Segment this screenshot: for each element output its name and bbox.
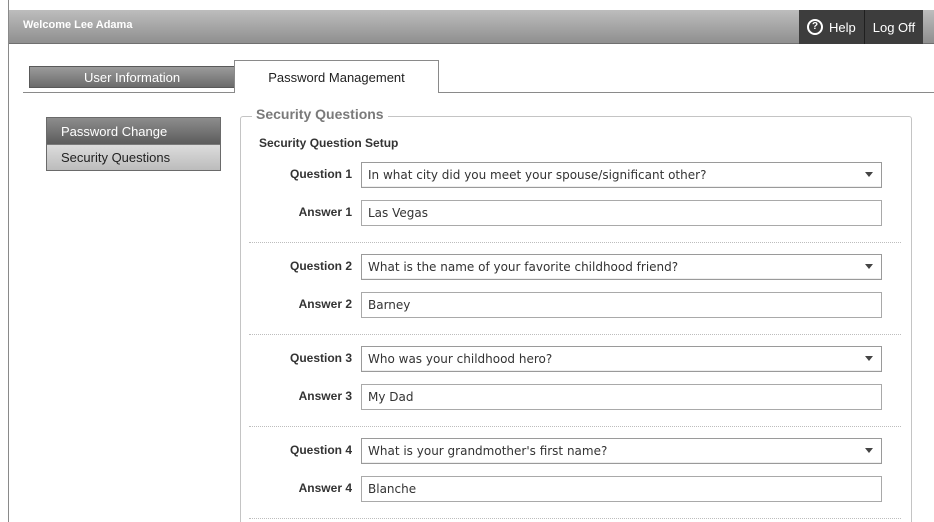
question-select-4[interactable]: What is your grandmother's first name? [361,438,882,464]
question-value: What is your grandmother's first name? [368,444,608,458]
answer-input-1[interactable]: Las Vegas [361,200,882,226]
tab-user-information[interactable]: User Information [29,66,235,88]
help-icon: ? [807,19,823,35]
question-row-3: Question 3 Who was your childhood hero? [249,346,889,372]
question-row-2: Question 2 What is the name of your favo… [249,254,889,280]
chevron-down-icon [865,356,873,361]
answer-label: Answer 3 [298,389,352,403]
divider [249,426,901,427]
question-label: Question 4 [289,443,352,457]
question-select-2[interactable]: What is the name of your favorite childh… [361,254,882,280]
answer-input-3[interactable]: My Dad [361,384,882,410]
question-value: In what city did you meet your spouse/si… [368,168,707,182]
section-legend: Security Questions [252,106,388,122]
divider [249,518,901,519]
chevron-down-icon [865,448,873,453]
tab-divider [23,92,934,93]
answer-row-4: Answer 4 Blanche [249,476,889,502]
chevron-down-icon [865,172,873,177]
question-row-1: Question 1 In what city did you meet you… [249,162,889,188]
question-select-1[interactable]: In what city did you meet your spouse/si… [361,162,882,188]
divider [249,242,901,243]
section-subtitle: Security Question Setup [259,136,399,150]
top-actions: ? Help Log Off [799,10,924,44]
answer-row-3: Answer 3 My Dad [249,384,889,410]
answer-row-2: Answer 2 Barney [249,292,889,318]
side-menu: Password Change Security Questions [46,117,221,171]
question-value: What is the name of your favorite childh… [368,260,679,274]
question-select-3[interactable]: Who was your childhood hero? [361,346,882,372]
tab-password-management[interactable]: Password Management [234,60,439,93]
divider [249,334,901,335]
question-label: Question 3 [289,351,352,365]
question-label: Question 1 [289,167,352,181]
help-button[interactable]: ? Help [799,10,864,44]
question-row-4: Question 4 What is your grandmother's fi… [249,438,889,464]
top-bar: Welcome Lee Adama ? Help Log Off [9,10,934,44]
sidebar-item-security-questions[interactable]: Security Questions [47,144,220,170]
answer-row-1: Answer 1 Las Vegas [249,200,889,226]
welcome-text: Welcome Lee Adama [23,19,133,31]
help-label: Help [829,19,856,35]
question-value: Who was your childhood hero? [368,352,553,366]
sidebar-item-password-change[interactable]: Password Change [47,118,220,144]
app-frame: Welcome Lee Adama ? Help Log Off User In… [8,0,934,522]
answer-label: Answer 2 [298,297,352,311]
chevron-down-icon [865,264,873,269]
answer-input-2[interactable]: Barney [361,292,882,318]
question-label: Question 2 [289,259,352,273]
answer-label: Answer 1 [298,205,352,219]
log-off-button[interactable]: Log Off [863,10,923,44]
answer-label: Answer 4 [298,481,352,495]
answer-input-4[interactable]: Blanche [361,476,882,502]
